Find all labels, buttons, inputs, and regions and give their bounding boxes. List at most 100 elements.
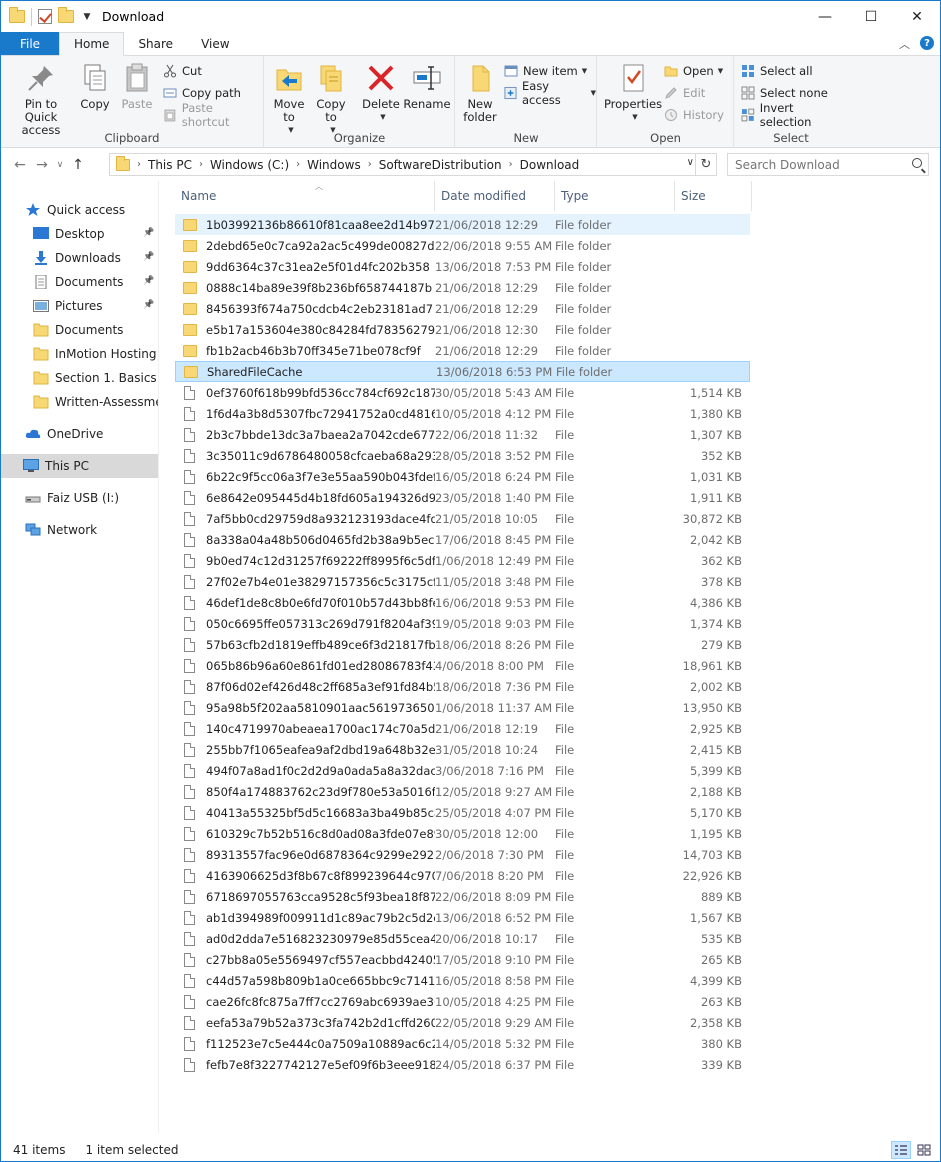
breadcrumb-chevron-icon[interactable]: › — [506, 159, 516, 170]
breadcrumb-download[interactable]: Download — [516, 158, 584, 172]
tab-view[interactable]: View — [187, 32, 243, 55]
file-row[interactable]: 6b22c9f5cc06a3f7e3e55aa590b043fdefb2...1… — [175, 466, 750, 487]
edit-button[interactable]: Edit — [664, 83, 705, 103]
nav-item-quick-access[interactable]: Quick access — [1, 198, 158, 222]
invert-selection-button[interactable]: Invert selection — [741, 105, 847, 125]
nav-item-written-assessmen[interactable]: Written-Assessmen — [1, 390, 158, 414]
select-none-button[interactable]: Select none — [741, 83, 828, 103]
delete-button[interactable]: Delete ▼ — [361, 62, 401, 124]
help-icon[interactable]: ? — [920, 36, 934, 50]
copy-to-button[interactable]: Copy to ▼ — [313, 62, 349, 137]
nav-item-network[interactable]: Network — [1, 518, 158, 542]
new-item-button[interactable]: New item ▼ — [504, 61, 587, 81]
folder-row[interactable]: 1b03992136b86610f81caa8ee2d14b9721/06/20… — [175, 214, 750, 235]
folder-row[interactable]: e5b17a153604e380c84284fd7835627921/06/20… — [175, 319, 750, 340]
file-row[interactable]: ad0d2dda7e516823230979e85d55cea4d2c...20… — [175, 928, 750, 949]
new-folder-icon[interactable] — [58, 10, 74, 23]
file-row[interactable]: 95a98b5f202aa5810901aac561973650651f...1… — [175, 697, 750, 718]
folder-row[interactable]: 9dd6364c37c31ea2e5f01d4fc202b35813/06/20… — [175, 256, 750, 277]
folder-row[interactable]: 2debd65e0c7ca92a2ac5c499de00827d22/06/20… — [175, 235, 750, 256]
pin-quick-access-button[interactable]: Pin to Quick access — [7, 62, 75, 137]
refresh-icon[interactable]: ↻ — [695, 154, 716, 175]
address-bar[interactable]: › This PC › Windows (C:) › Windows › Sof… — [109, 153, 717, 176]
recent-locations-chevron-icon[interactable]: ∨ — [53, 160, 67, 170]
search-input[interactable] — [735, 158, 905, 172]
file-row[interactable]: 57b63cfb2d1819effb489ce6f3d21817fba2...1… — [175, 634, 750, 655]
rename-button[interactable]: Rename — [403, 62, 451, 111]
paste-button[interactable]: Paste — [119, 62, 155, 111]
large-icons-view-icon[interactable] — [914, 1141, 934, 1159]
breadcrumb-chevron-icon[interactable]: › — [134, 159, 144, 170]
nav-item-desktop[interactable]: Desktop📌 — [1, 222, 158, 246]
file-row[interactable]: c44d57a598b809b1a0ce665bbc9c7141260...16… — [175, 970, 750, 991]
file-row[interactable]: 610329c7b52b516c8d0ad08a3fde07e89ca...30… — [175, 823, 750, 844]
cut-button[interactable]: Cut — [163, 61, 202, 81]
file-row[interactable]: 4163906625d3f8b67c8f899239644c970a1ff7/0… — [175, 865, 750, 886]
file-row[interactable]: 27f02e7b4e01e38297157356c5c3175cf0fe...1… — [175, 571, 750, 592]
file-row[interactable]: 89313557fac96e0d6878364c9299e292890c...2… — [175, 844, 750, 865]
file-row[interactable]: ab1d394989f009911d1c89ac79b2c5d2ca2...13… — [175, 907, 750, 928]
new-folder-button[interactable]: New folder — [460, 62, 500, 124]
nav-item-pictures[interactable]: Pictures📌 — [1, 294, 158, 318]
file-row[interactable]: 87f06d02ef426d48c2ff685a3ef91fd84b57818/… — [175, 676, 750, 697]
file-row[interactable]: 140c4719970abeaea1700ac174c70a5d5a3...21… — [175, 718, 750, 739]
file-row[interactable]: 46def1de8c8b0e6fd70f010b57d43bb8feb4...1… — [175, 592, 750, 613]
maximize-button[interactable]: ☐ — [848, 1, 894, 32]
select-all-button[interactable]: Select all — [741, 61, 813, 81]
up-arrow-icon[interactable]: ↑ — [67, 157, 89, 173]
column-header-type[interactable]: Type — [555, 181, 675, 211]
breadcrumb-chevron-icon[interactable]: › — [293, 159, 303, 170]
folder-row[interactable]: SharedFileCache13/06/2018 6:53 PMFile fo… — [175, 361, 750, 382]
tab-file[interactable]: File — [1, 32, 59, 55]
file-row[interactable]: 255bb7f1065eafea9af2dbd19a648b32ebd...31… — [175, 739, 750, 760]
collapse-ribbon-chevron-icon[interactable]: ︿ — [899, 36, 910, 52]
file-row[interactable]: 0ef3760f618b99bfd536cc784cf692c1872c330/… — [175, 382, 750, 403]
nav-item-this-pc[interactable]: This PC — [1, 454, 158, 478]
forward-arrow-icon[interactable]: → — [31, 157, 53, 173]
file-row[interactable]: 8a338a04a48b506d0465fd2b38a9b5ec942...17… — [175, 529, 750, 550]
column-header-size[interactable]: Size — [675, 181, 752, 211]
history-button[interactable]: History — [664, 105, 724, 125]
customize-toolbar-dropdown-icon[interactable]: ▼ — [80, 12, 94, 22]
file-row[interactable]: f112523e7c5e444c0a7509a10889ac6c2601...1… — [175, 1033, 750, 1054]
address-dropdown-chevron-icon[interactable]: ∨ — [687, 157, 694, 168]
file-row[interactable]: 1f6d4a3b8d5307fbc72941752a0cd4816da...10… — [175, 403, 750, 424]
breadcrumb-softwaredistribution[interactable]: SoftwareDistribution — [375, 158, 506, 172]
file-row[interactable]: 050c6695ffe057313c269d791f8204af39d8b19/… — [175, 613, 750, 634]
open-button[interactable]: Open ▼ — [664, 61, 723, 81]
back-arrow-icon[interactable]: ← — [9, 157, 31, 173]
minimize-button[interactable]: — — [802, 1, 848, 32]
folder-row[interactable]: fb1b2acb46b3b70ff345e71be078cf9f21/06/20… — [175, 340, 750, 361]
folder-row[interactable]: 0888c14ba89e39f8b236bf658744187b21/06/20… — [175, 277, 750, 298]
breadcrumb-windows[interactable]: Windows — [303, 158, 365, 172]
file-row[interactable]: 2b3c7bbde13dc3a7baea2a7042cde677094...22… — [175, 424, 750, 445]
move-to-button[interactable]: Move to ▼ — [271, 62, 307, 137]
file-row[interactable]: 40413a55325bf5d5c16683a3ba49b85caf85...2… — [175, 802, 750, 823]
file-row[interactable]: c27bb8a05e5569497cf557eacbbd424051b...17… — [175, 949, 750, 970]
details-view-icon[interactable] — [891, 1141, 911, 1159]
nav-item-documents[interactable]: Documents — [1, 318, 158, 342]
tab-home[interactable]: Home — [59, 32, 124, 56]
properties-button[interactable]: Properties ▼ — [604, 62, 662, 124]
nav-item-section-1-basics-an[interactable]: Section 1. Basics an — [1, 366, 158, 390]
file-row[interactable]: eefa53a79b52a373c3fa742b2d1cffd2606f022/… — [175, 1012, 750, 1033]
file-row[interactable]: 3c35011c9d6786480058cfcaeba68a293e43...2… — [175, 445, 750, 466]
folder-row[interactable]: 8456393f674a750cdcb4c2eb23181ad721/06/20… — [175, 298, 750, 319]
file-row[interactable]: 6e8642e095445d4b18fd605a194326d9438...23… — [175, 487, 750, 508]
close-button[interactable]: ✕ — [894, 1, 940, 32]
properties-check-icon[interactable] — [38, 9, 52, 24]
search-box[interactable] — [727, 153, 929, 176]
file-row[interactable]: cae26fc8fc875a7ff7cc2769abc6939ae367710/… — [175, 991, 750, 1012]
file-row[interactable]: 7af5bb0cd29759d8a932123193dace4fdca...21… — [175, 508, 750, 529]
tab-share[interactable]: Share — [124, 32, 187, 55]
easy-access-button[interactable]: Easy access ▼ — [504, 83, 596, 103]
copy-button[interactable]: Copy — [77, 62, 113, 111]
breadcrumb-chevron-icon[interactable]: › — [196, 159, 206, 170]
file-row[interactable]: fefb7e8f3227742127e5ef09f6b3eee918cfb24/… — [175, 1054, 750, 1075]
nav-item-documents[interactable]: Documents📌 — [1, 270, 158, 294]
search-icon[interactable] — [912, 158, 922, 168]
file-row[interactable]: 6718697055763cca9528c5f93bea18f87ef7e22/… — [175, 886, 750, 907]
nav-item-faiz-usb-i[interactable]: Faiz USB (I:) — [1, 486, 158, 510]
breadcrumb-windows-c[interactable]: Windows (C:) — [206, 158, 293, 172]
file-row[interactable]: 494f07a8ad1f0c2d2d9a0ada5a8a32dac5e8...3… — [175, 760, 750, 781]
